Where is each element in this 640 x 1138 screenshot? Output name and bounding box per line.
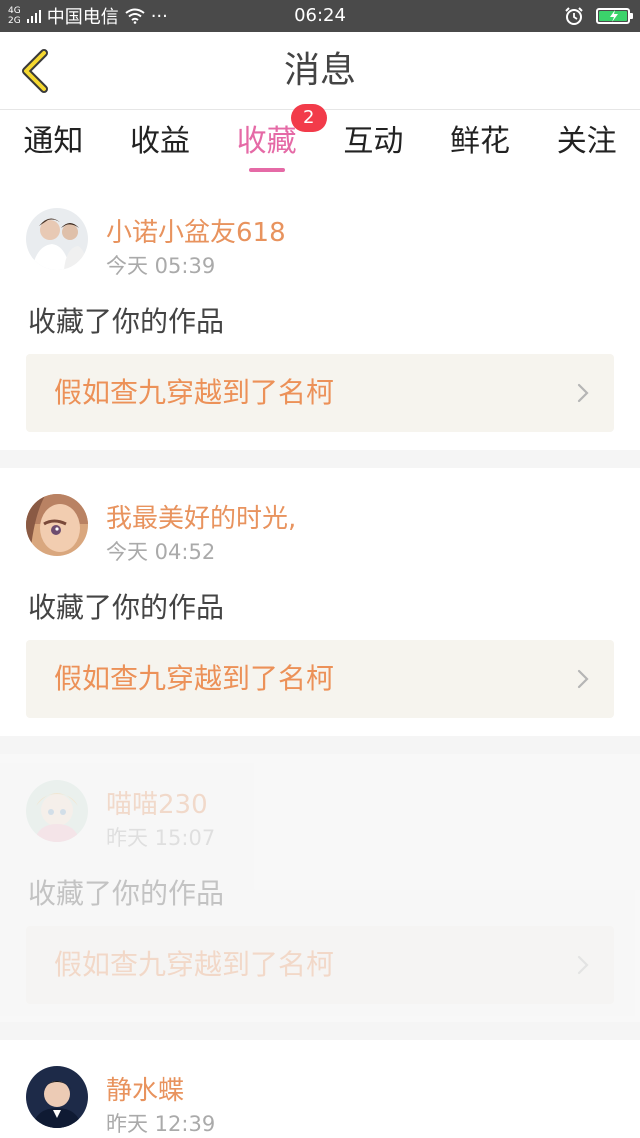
charging-bolt-icon: [610, 10, 618, 22]
page-title: 消息: [283, 50, 356, 91]
message-card: 我最美好的时光, 今天 04:52 收藏了你的作品 假如查九穿越到了名柯: [0, 468, 640, 736]
avatar[interactable]: [26, 208, 88, 270]
tab-label: 收益: [130, 124, 190, 159]
work-title: 假如查九穿越到了名柯: [54, 662, 335, 695]
work-link[interactable]: 假如查九穿越到了名柯: [26, 354, 614, 432]
tab-notifications[interactable]: 通知: [0, 110, 107, 182]
status-bar: 4G 2G 中国电信 ··· 06:24: [0, 0, 640, 32]
user-avatar-icon: [26, 208, 88, 270]
alarm-icon: [565, 7, 583, 25]
action-text: 收藏了你的作品: [28, 305, 225, 338]
tab-label: 关注: [556, 124, 617, 159]
message-time: 今天 04:52: [106, 540, 216, 564]
active-tab-indicator: [248, 168, 285, 172]
chevron-right-icon: [577, 669, 589, 689]
message-time: 今天 05:39: [106, 254, 216, 278]
username[interactable]: 静水蝶: [106, 1070, 184, 1107]
tab-label: 互动: [343, 124, 404, 159]
work-link[interactable]: 假如查九穿越到了名柯: [26, 926, 614, 1004]
message-card-read: 喵喵230 昨天 15:07 收藏了你的作品 假如查九穿越到了名柯: [0, 754, 640, 1022]
username[interactable]: 小诺小盆友618: [106, 212, 286, 249]
nav-header: 消息: [0, 32, 640, 110]
user-avatar-icon: [26, 780, 88, 842]
tab-bar: 通知 收益 收藏 2 互动 鲜花 关注: [0, 104, 640, 182]
avatar[interactable]: [26, 1066, 88, 1128]
message-card: 小诺小盆友618 今天 05:39 收藏了你的作品 假如查九穿越到了名柯: [0, 182, 640, 450]
tab-favorites[interactable]: 收藏 2: [213, 104, 327, 182]
tab-interactions[interactable]: 互动: [320, 110, 427, 182]
tab-label: 通知: [23, 124, 84, 159]
avatar[interactable]: [26, 494, 88, 556]
chevron-right-icon: [577, 955, 589, 975]
tab-flowers[interactable]: 鲜花: [427, 110, 534, 182]
tab-earnings[interactable]: 收益: [107, 110, 214, 182]
status-time: 06:24: [294, 5, 346, 26]
message-time: 昨天 12:39: [106, 1112, 216, 1136]
tab-label: 鲜花: [450, 124, 511, 159]
username[interactable]: 我最美好的时光,: [106, 498, 296, 535]
action-text: 收藏了你的作品: [28, 591, 225, 624]
message-card: 静水蝶 昨天 12:39: [0, 1040, 640, 1138]
username[interactable]: 喵喵230: [106, 784, 208, 821]
status-right: [564, 0, 633, 32]
work-link[interactable]: 假如查九穿越到了名柯: [26, 640, 614, 718]
chevron-right-icon: [577, 383, 589, 403]
work-title: 假如查九穿越到了名柯: [54, 948, 335, 981]
tab-label: 收藏: [236, 124, 297, 159]
battery-icon: [596, 8, 633, 24]
avatar[interactable]: [26, 780, 88, 842]
tab-following[interactable]: 关注: [533, 110, 640, 182]
work-title: 假如查九穿越到了名柯: [54, 376, 335, 409]
user-avatar-icon: [26, 1066, 88, 1128]
message-time: 昨天 15:07: [106, 826, 216, 850]
user-avatar-icon: [26, 494, 88, 556]
action-text: 收藏了你的作品: [28, 877, 225, 910]
